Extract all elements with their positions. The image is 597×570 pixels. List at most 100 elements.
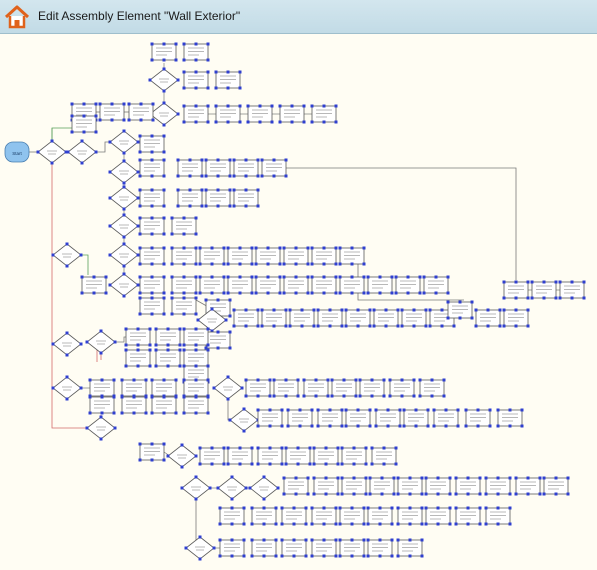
process-node[interactable] bbox=[170, 216, 198, 236]
process-node[interactable] bbox=[260, 158, 288, 178]
process-node[interactable] bbox=[484, 506, 512, 526]
decision-node[interactable] bbox=[108, 242, 140, 268]
process-node[interactable] bbox=[250, 538, 278, 558]
process-node[interactable] bbox=[338, 506, 366, 526]
process-node[interactable] bbox=[454, 506, 482, 526]
process-node[interactable] bbox=[424, 476, 452, 496]
process-node[interactable] bbox=[256, 446, 284, 466]
process-node[interactable] bbox=[394, 275, 422, 295]
decision-node[interactable] bbox=[148, 67, 180, 93]
process-node[interactable] bbox=[310, 246, 338, 266]
process-node[interactable] bbox=[182, 70, 210, 90]
process-node[interactable] bbox=[214, 104, 242, 124]
process-node[interactable] bbox=[372, 308, 400, 328]
process-node[interactable] bbox=[542, 476, 570, 496]
process-node[interactable] bbox=[214, 70, 242, 90]
process-node[interactable] bbox=[150, 378, 178, 398]
process-node[interactable] bbox=[396, 506, 424, 526]
decision-node[interactable] bbox=[108, 272, 140, 298]
process-node[interactable] bbox=[496, 408, 524, 428]
process-node[interactable] bbox=[246, 104, 274, 124]
process-node[interactable] bbox=[370, 446, 398, 466]
process-node[interactable] bbox=[310, 538, 338, 558]
decision-node[interactable] bbox=[180, 475, 212, 501]
process-node[interactable] bbox=[388, 378, 416, 398]
process-node[interactable] bbox=[138, 442, 166, 462]
process-node[interactable] bbox=[366, 275, 394, 295]
process-node[interactable] bbox=[204, 188, 232, 208]
decision-node[interactable] bbox=[51, 331, 83, 357]
process-node[interactable] bbox=[374, 408, 402, 428]
process-node[interactable] bbox=[198, 246, 226, 266]
decision-node[interactable] bbox=[108, 185, 140, 211]
process-node[interactable] bbox=[502, 308, 530, 328]
process-node[interactable] bbox=[418, 378, 446, 398]
process-node[interactable] bbox=[280, 538, 308, 558]
process-node[interactable] bbox=[88, 378, 116, 398]
process-node[interactable] bbox=[502, 280, 530, 300]
process-node[interactable] bbox=[170, 246, 198, 266]
process-node[interactable] bbox=[138, 188, 166, 208]
process-node[interactable] bbox=[310, 104, 338, 124]
process-node[interactable] bbox=[400, 308, 428, 328]
process-node[interactable] bbox=[120, 378, 148, 398]
process-node[interactable] bbox=[340, 446, 368, 466]
process-node[interactable] bbox=[127, 102, 155, 122]
decision-node[interactable] bbox=[108, 213, 140, 239]
process-node[interactable] bbox=[70, 114, 98, 134]
process-node[interactable] bbox=[272, 378, 300, 398]
process-node[interactable] bbox=[310, 275, 338, 295]
process-node[interactable] bbox=[424, 506, 452, 526]
process-node[interactable] bbox=[250, 506, 278, 526]
decision-node[interactable] bbox=[85, 329, 117, 355]
process-node[interactable] bbox=[182, 327, 210, 347]
process-node[interactable] bbox=[396, 538, 424, 558]
process-node[interactable] bbox=[330, 378, 358, 398]
process-node[interactable] bbox=[150, 42, 178, 62]
process-node[interactable] bbox=[422, 275, 450, 295]
process-node[interactable] bbox=[254, 275, 282, 295]
process-node[interactable] bbox=[218, 538, 246, 558]
decision-node[interactable] bbox=[66, 139, 98, 165]
process-node[interactable] bbox=[138, 246, 166, 266]
decision-node[interactable] bbox=[108, 129, 140, 155]
decision-node[interactable] bbox=[51, 242, 83, 268]
process-node[interactable] bbox=[454, 476, 482, 496]
process-node[interactable] bbox=[182, 104, 210, 124]
process-node[interactable] bbox=[138, 296, 166, 316]
process-node[interactable] bbox=[254, 246, 282, 266]
process-node[interactable] bbox=[176, 158, 204, 178]
decision-node[interactable] bbox=[36, 139, 68, 165]
process-node[interactable] bbox=[244, 378, 272, 398]
process-node[interactable] bbox=[302, 378, 330, 398]
process-node[interactable] bbox=[340, 476, 368, 496]
process-node[interactable] bbox=[154, 327, 182, 347]
process-node[interactable] bbox=[464, 408, 492, 428]
diagram-canvas[interactable]: Start bbox=[0, 34, 597, 570]
process-node[interactable] bbox=[338, 275, 366, 295]
process-node[interactable] bbox=[182, 378, 210, 398]
process-node[interactable] bbox=[286, 408, 314, 428]
process-node[interactable] bbox=[558, 280, 586, 300]
process-node[interactable] bbox=[226, 275, 254, 295]
process-node[interactable] bbox=[256, 408, 284, 428]
process-node[interactable] bbox=[312, 446, 340, 466]
process-node[interactable] bbox=[484, 476, 512, 496]
process-node[interactable] bbox=[282, 275, 310, 295]
process-node[interactable] bbox=[226, 446, 254, 466]
process-node[interactable] bbox=[176, 188, 204, 208]
process-node[interactable] bbox=[138, 275, 166, 295]
process-node[interactable] bbox=[338, 246, 366, 266]
decision-node[interactable] bbox=[212, 375, 244, 401]
process-node[interactable] bbox=[80, 275, 108, 295]
process-node[interactable] bbox=[282, 246, 310, 266]
process-node[interactable] bbox=[288, 308, 316, 328]
process-node[interactable] bbox=[204, 330, 232, 350]
process-node[interactable] bbox=[514, 476, 542, 496]
home-icon[interactable] bbox=[4, 4, 30, 30]
process-node[interactable] bbox=[402, 408, 430, 428]
process-node[interactable] bbox=[182, 42, 210, 62]
decision-node[interactable] bbox=[248, 475, 280, 501]
decision-node[interactable] bbox=[184, 535, 216, 561]
process-node[interactable] bbox=[396, 476, 424, 496]
